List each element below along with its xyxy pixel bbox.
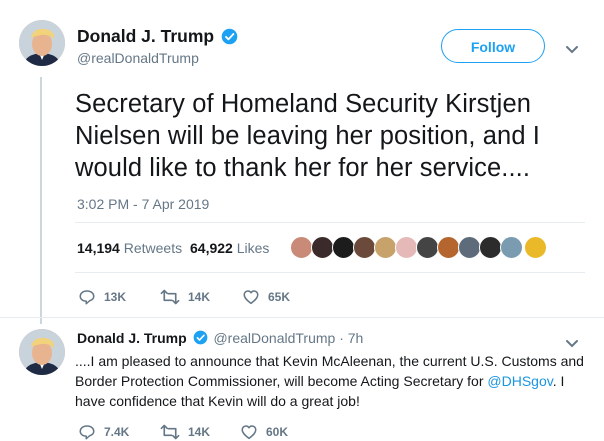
reply-header: Donald J. Trump @realDonaldTrump · 7h xyxy=(77,330,363,348)
reply-time[interactable]: · 7h xyxy=(339,330,363,346)
reply-retweet-count: 14K xyxy=(188,425,211,439)
reply-icon xyxy=(78,423,96,441)
like-count: 65K xyxy=(268,290,291,304)
follow-button[interactable]: Follow xyxy=(441,29,545,63)
reply-author-avatar[interactable] xyxy=(19,329,65,375)
tweet-timestamp[interactable]: 3:02 PM - 7 Apr 2019 xyxy=(77,196,209,212)
divider-top xyxy=(75,222,585,223)
tweet-text: Secretary of Homeland Security Kirstjen … xyxy=(75,90,540,182)
liker-avatar[interactable] xyxy=(374,236,397,259)
thread-connector xyxy=(40,77,42,324)
reply-reply-count: 7.4K xyxy=(104,425,130,439)
liker-avatar[interactable] xyxy=(311,236,334,259)
like-icon xyxy=(242,288,260,306)
retweet-icon xyxy=(160,423,180,441)
reply-like-count: 60K xyxy=(266,425,289,439)
retweet-icon xyxy=(160,288,180,306)
author-handle[interactable]: @realDonaldTrump xyxy=(77,50,199,66)
liker-avatar[interactable] xyxy=(416,236,439,259)
chevron-down-icon[interactable] xyxy=(565,336,579,348)
retweet-count: 14K xyxy=(188,290,211,304)
liker-avatar[interactable] xyxy=(500,236,523,259)
mention-link[interactable]: @DHSgov xyxy=(487,373,552,389)
liker-avatar[interactable] xyxy=(332,236,355,259)
likes-stat[interactable]: 64,922 Likes xyxy=(190,240,269,256)
author-name[interactable]: Donald J. Trump xyxy=(77,26,214,47)
retweets-stat[interactable]: 14,194 Retweets xyxy=(77,240,182,256)
retweet-button[interactable]: 14K xyxy=(160,288,210,306)
reply-retweet-button[interactable]: 14K xyxy=(160,423,210,441)
liker-avatar[interactable] xyxy=(524,236,547,259)
divider-bottom xyxy=(75,272,585,273)
reply-author-handle[interactable]: @realDonaldTrump xyxy=(213,330,335,346)
divider-thread xyxy=(0,317,604,318)
retweets-label: Retweets xyxy=(123,240,183,256)
liker-avatar[interactable] xyxy=(353,236,376,259)
chevron-down-icon[interactable] xyxy=(565,42,579,54)
reply-author-name[interactable]: Donald J. Trump xyxy=(77,330,187,346)
liker-avatar[interactable] xyxy=(458,236,481,259)
likes-count: 64,922 xyxy=(190,240,233,256)
likes-label: Likes xyxy=(236,240,270,256)
liker-avatar[interactable] xyxy=(395,236,418,259)
like-icon xyxy=(240,423,258,441)
reply-text: ....I am pleased to announce that Kevin … xyxy=(75,351,585,411)
liker-avatar[interactable] xyxy=(479,236,502,259)
reply-count: 13K xyxy=(104,290,127,304)
reply-like-button[interactable]: 60K xyxy=(240,423,288,441)
liker-avatar[interactable] xyxy=(437,236,460,259)
liker-avatar[interactable] xyxy=(290,236,313,259)
reply-reply-button[interactable]: 7.4K xyxy=(78,423,129,441)
like-button[interactable]: 65K xyxy=(242,288,290,306)
retweets-count: 14,194 xyxy=(77,240,120,256)
reply-button[interactable]: 13K xyxy=(78,288,126,306)
reply-icon xyxy=(78,288,96,306)
verified-badge-icon xyxy=(221,28,238,50)
author-avatar[interactable] xyxy=(19,20,65,66)
verified-badge-icon xyxy=(193,330,208,348)
